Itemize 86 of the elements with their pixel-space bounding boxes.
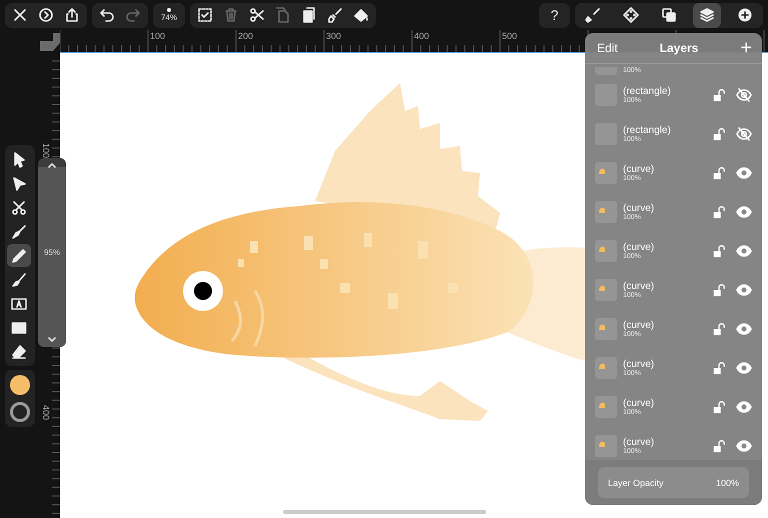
unlocked-padlock-icon[interactable] [712,204,726,218]
copy-icon [275,7,291,23]
ruler-label: 500 [502,31,518,41]
field-value: 100% [716,478,739,488]
unlocked-padlock-icon[interactable] [712,438,726,452]
ruler-label: 300 [326,31,342,41]
panel-title: Layers [658,41,700,55]
layer-name: (curve) [623,398,656,408]
redo-icon [125,7,141,23]
eye-icon[interactable] [736,320,752,336]
chevron-down-icon [47,337,57,343]
eye-icon[interactable] [736,164,752,180]
unlocked-padlock-icon[interactable] [712,322,726,336]
arrow-pointer-icon [11,152,27,168]
unlocked-padlock-icon[interactable] [712,360,726,374]
shape-thumbnail-icon [598,440,606,448]
edit-button[interactable]: Edit [597,41,618,55]
scissors-icon [11,200,27,216]
shape-thumbnail-icon [598,362,606,370]
eye-slash-icon[interactable] [736,86,752,102]
unlocked-padlock-icon[interactable] [712,166,726,180]
layer-name: (curve) [623,280,656,292]
paint-brush-icon [327,7,343,23]
share-icon [64,7,80,23]
add-layer-button[interactable]: + [740,36,752,60]
eye-icon[interactable] [736,282,752,298]
eraser-icon [11,344,27,360]
stroke-color-swatch[interactable] [10,402,30,422]
unlocked-padlock-icon[interactable] [712,126,726,140]
brush-icon [585,7,601,23]
shape-thumbnail-icon [598,166,606,174]
layer-name: (curve) [623,242,656,252]
close-icon [12,7,28,23]
chevron-up-icon [47,162,57,168]
shape-thumbnail-icon [598,244,606,252]
zoom-button[interactable]: 74% [155,2,183,28]
trash-icon [223,7,239,23]
unlocked-padlock-icon[interactable] [712,88,726,102]
layer-name: (curve) [623,202,656,214]
paste-icon [301,7,317,23]
help-button[interactable]: ? [541,2,568,28]
layer-name: (curve) [623,436,656,448]
opacity-reading: 95% [42,248,61,257]
plus-circle-icon [737,7,753,23]
rectangle-icon [11,320,27,336]
layers-tab[interactable] [693,2,721,28]
fill-color-swatch[interactable] [10,375,30,395]
ruler-label: 400 [414,31,430,41]
eye-icon[interactable] [736,438,752,454]
layer-name: (rectangle) [623,86,672,96]
filled-arrow-icon [11,176,27,192]
field-label: Layer Opacity [608,478,664,488]
overlapping-squares-icon [661,7,677,23]
layer-name: (curve) [623,320,656,330]
checkbox-icon [197,7,213,23]
pencil-tool[interactable] [7,244,31,267]
ruler-label: 100 [41,143,51,160]
layer-name: (rectangle) [623,124,672,136]
pencil-icon [11,248,27,264]
ruler-label: 100 [150,31,166,41]
layers-icon [699,7,715,23]
eye-icon[interactable] [736,398,752,414]
paint-bucket-icon [353,7,369,23]
pen-nib-icon [11,224,27,240]
layer-name: (curve) [623,164,656,174]
unlocked-padlock-icon[interactable] [712,244,726,258]
layer-opacity-field[interactable]: Layer Opacity 100% [598,467,749,498]
eye-slash-icon[interactable] [736,126,752,142]
unlocked-padlock-icon[interactable] [712,400,726,414]
eye-icon[interactable] [736,242,752,258]
node-diamond-icon [623,7,639,23]
shape-thumbnail-icon [598,284,606,292]
brush-icon [11,272,27,288]
unlocked-padlock-icon[interactable] [712,282,726,296]
eye-icon[interactable] [736,204,752,220]
text-box-icon [11,296,27,312]
ruler-label: 400 [41,405,51,422]
shape-thumbnail-icon [598,400,606,408]
ruler-label: 200 [238,31,254,41]
opacity-slider[interactable]: 95% [38,158,66,347]
undo-icon [99,7,115,23]
shape-thumbnail-icon [598,322,606,330]
eye-icon[interactable] [736,360,752,376]
scissors-icon [249,7,265,23]
shape-thumbnail-icon [598,206,606,214]
layer-name: (curve) [623,358,656,370]
